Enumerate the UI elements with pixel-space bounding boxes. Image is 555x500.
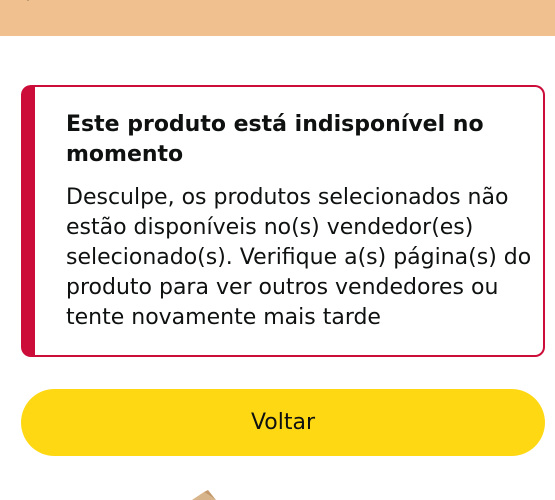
back-button[interactable]: Voltar	[21, 389, 545, 456]
package-icon	[192, 490, 216, 500]
alert-title: Este produto está indisponível no moment…	[66, 112, 484, 167]
top-bar	[0, 0, 555, 36]
alert-message: Desculpe, os produtos selecionados não e…	[66, 185, 532, 330]
chevron-icon[interactable]	[22, 0, 34, 2]
unavailable-alert: Este produto está indisponível no moment…	[21, 85, 545, 357]
